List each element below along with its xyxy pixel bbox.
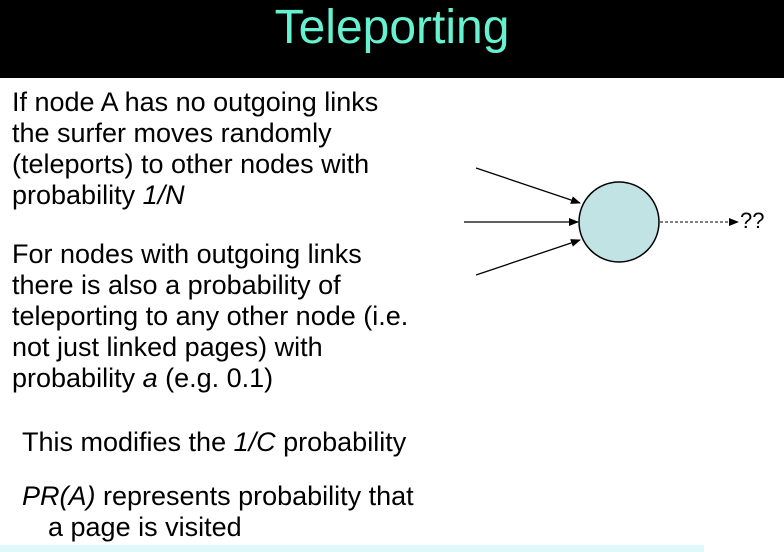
incoming-arrow-bottom <box>475 239 581 276</box>
node-diagram <box>464 167 739 276</box>
bottom-band <box>0 545 704 552</box>
outgoing-unknown-label: ?? <box>740 208 765 233</box>
incoming-arrow-top <box>475 167 581 204</box>
node-a-circle <box>578 181 660 263</box>
